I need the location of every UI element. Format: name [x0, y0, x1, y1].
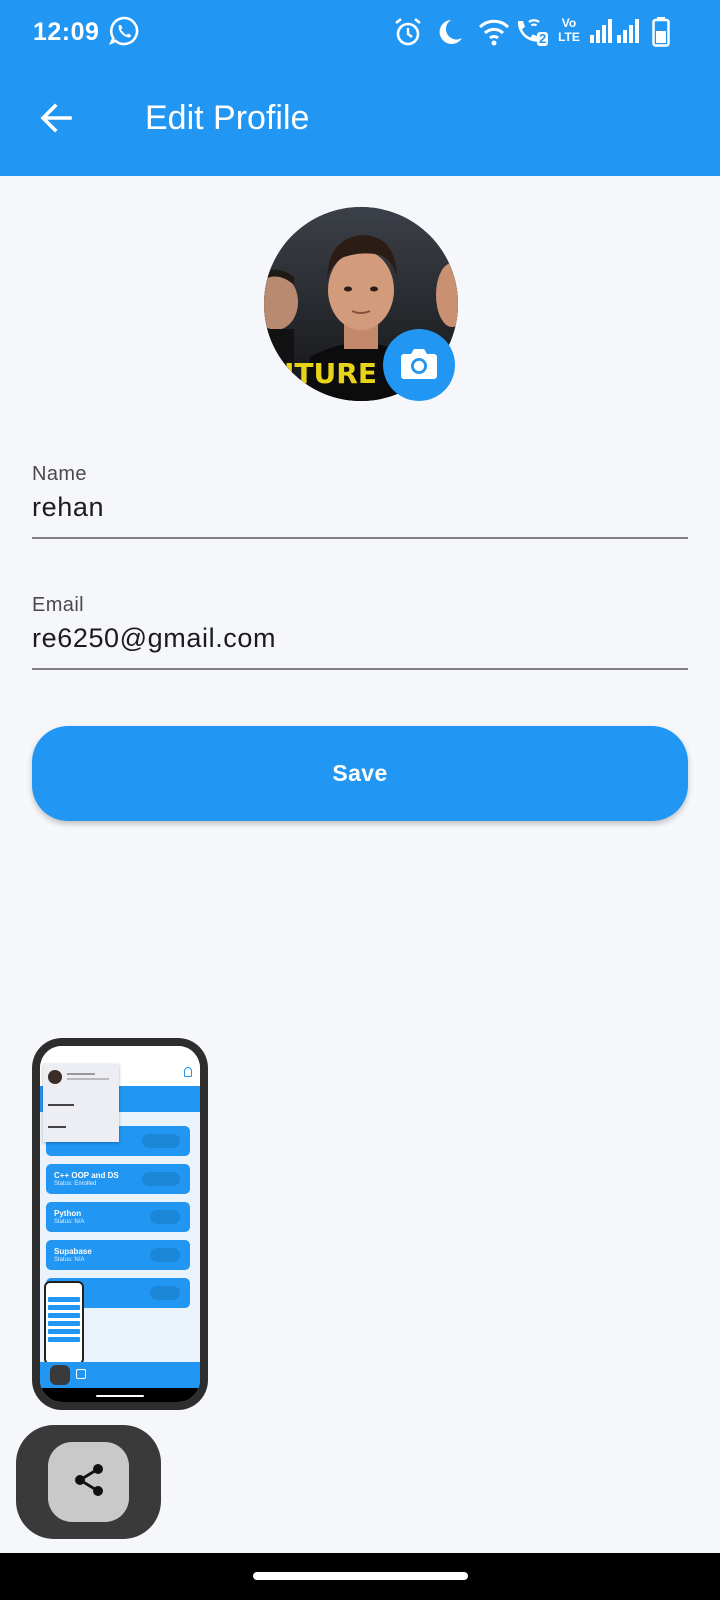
preview-doc-icon [76, 1369, 86, 1379]
email-field: Email [32, 594, 688, 670]
preview-card-status: Status: N/A [54, 1219, 85, 1225]
recording-preview-thumbnail[interactable]: C++ OOP and DS Status: Enrolled Python S… [32, 1038, 208, 1410]
preview-menu-line [67, 1078, 109, 1080]
preview-share-icon [50, 1365, 70, 1385]
preview-nested-row [48, 1313, 80, 1318]
preview-card-button [150, 1210, 180, 1224]
volte-icon: Vo LTE [558, 16, 580, 44]
preview-card-button [150, 1286, 180, 1300]
name-underline [32, 537, 688, 539]
whatsapp-icon [108, 15, 140, 52]
share-button-inner [48, 1442, 129, 1522]
preview-card: Python Status: N/A [46, 1202, 190, 1232]
preview-card-button [142, 1172, 180, 1186]
email-label: Email [32, 594, 85, 616]
change-photo-button[interactable] [383, 329, 455, 401]
preview-card-button [142, 1134, 180, 1148]
preview-screen: C++ OOP and DS Status: Enrolled Python S… [40, 1046, 200, 1402]
email-underline [32, 668, 688, 670]
sim-badge: 2 [537, 31, 549, 46]
preview-card-button [150, 1248, 180, 1262]
share-icon [73, 1463, 105, 1502]
preview-status-bar [40, 1046, 200, 1062]
signal-icon-2 [617, 19, 641, 48]
moon-icon [437, 16, 465, 53]
arrow-back-icon [38, 100, 74, 141]
preview-bottom-bar [40, 1362, 200, 1388]
alarm-icon [393, 16, 423, 53]
preview-menu-item [48, 1126, 66, 1128]
page-title: Edit Profile [145, 99, 310, 137]
preview-card-title: Supabase [54, 1247, 92, 1256]
preview-nested-row [48, 1329, 80, 1334]
email-input[interactable] [32, 617, 688, 668]
preview-card: C++ OOP and DS Status: Enrolled [46, 1164, 190, 1194]
app-bar: Edit Profile [0, 66, 720, 176]
wifi-icon [478, 16, 510, 53]
battery-icon [652, 17, 670, 52]
preview-nav-pill [96, 1395, 144, 1397]
signal-icon [590, 19, 614, 48]
preview-nested-row [48, 1305, 80, 1310]
name-field: Name [32, 463, 688, 539]
preview-popup-menu [43, 1064, 119, 1142]
save-button[interactable]: Save [32, 726, 688, 821]
status-time: 12:09 [33, 18, 100, 46]
preview-card-title: C++ OOP and DS [54, 1171, 119, 1180]
status-bar: 12:09 2 Vo LTE [0, 0, 720, 66]
system-nav-bar [0, 1553, 720, 1600]
preview-menu-line [67, 1073, 95, 1075]
preview-nested-screen [46, 1283, 82, 1363]
preview-card-title: Python [54, 1209, 82, 1218]
preview-nested-row [48, 1321, 80, 1326]
shirt-text: ITURE [284, 357, 377, 390]
home-gesture-pill[interactable] [253, 1572, 468, 1580]
preview-card-status: Status: Enrolled [54, 1181, 97, 1187]
avatar-container: ITURE [264, 207, 458, 401]
top-bar: 12:09 2 Vo LTE Edit Profile [0, 0, 720, 176]
preview-card: Supabase Status: N/A [46, 1240, 190, 1270]
preview-nested-thumbnail [44, 1281, 84, 1365]
share-button[interactable] [16, 1425, 161, 1539]
camera-icon [400, 346, 438, 385]
preview-card-status: Status: N/A [54, 1257, 85, 1263]
preview-avatar [48, 1070, 62, 1084]
preview-nested-row [48, 1337, 80, 1342]
back-button[interactable] [24, 88, 88, 152]
preview-menu-item [48, 1104, 74, 1106]
preview-nested-row [48, 1297, 80, 1302]
name-input[interactable] [32, 486, 688, 537]
preview-nav-bar [40, 1388, 200, 1402]
preview-bell-icon [184, 1067, 192, 1077]
name-label: Name [32, 463, 87, 485]
